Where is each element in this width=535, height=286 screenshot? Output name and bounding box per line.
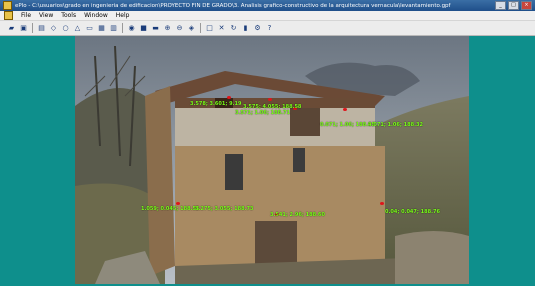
measure-icon[interactable]: ▬ [151,24,160,33]
point-marker[interactable] [343,108,347,111]
building-photo[interactable]: 3.578; 3.601; 9.19 3.575; 4.055; 188.58 … [75,36,469,284]
menu-file[interactable]: File [21,12,31,19]
point-marker[interactable] [176,202,180,205]
database-icon[interactable]: ◉ [127,24,136,33]
point-marker[interactable] [227,96,231,99]
point-label: 1.059; 0.045; 188.56 [141,206,200,212]
point-marker[interactable] [268,98,272,101]
window-controls: _ □ × [495,1,532,10]
photo-drawing [75,36,469,284]
save-icon[interactable]: ▣ [19,24,28,33]
point-label: 3.541; 2.96; 188.60 [270,212,325,218]
grid-icon[interactable]: ▦ [97,24,106,33]
point-label: 0.071; 1.06; 188.95 [320,122,375,128]
menu-help[interactable]: Help [116,12,130,19]
toolbar-separator [32,23,33,33]
print-icon[interactable]: ▤ [37,24,46,33]
zoom-out-icon[interactable]: ⊖ [175,24,184,33]
point-label: 4.071; 1.06; 188.32 [368,122,423,128]
close-button[interactable]: × [521,1,532,10]
maximize-button[interactable]: □ [508,1,519,10]
point-label: 0.04; 0.047; 188.76 [385,209,440,215]
window-title: ePlo - C:\usuarios\grado en ingenieria d… [15,2,451,9]
select-icon[interactable]: □ [205,24,214,33]
help-icon[interactable]: ? [265,24,274,33]
fit-icon[interactable]: ◈ [187,24,196,33]
menu-tools[interactable]: Tools [61,12,76,19]
document-icon[interactable] [4,11,13,20]
table-icon[interactable]: ▥ [109,24,118,33]
toolbar-separator [122,23,123,33]
toolbar-separator [200,23,201,33]
camera-icon[interactable]: ■ [139,24,148,33]
image-viewport[interactable]: 3.578; 3.601; 9.19 3.575; 4.055; 188.58 … [0,36,535,286]
zoom-in-icon[interactable]: ⊕ [163,24,172,33]
delete-icon[interactable]: ✕ [217,24,226,33]
menu-window[interactable]: Window [84,12,108,19]
point-icon[interactable]: ◇ [49,24,58,33]
menu-bar: File View Tools Window Help [0,11,535,21]
title-bar[interactable]: ePlo - C:\usuarios\grado en ingenieria d… [0,0,535,11]
stats-icon[interactable]: ▮ [241,24,250,33]
refresh-icon[interactable]: ↻ [229,24,238,33]
point-marker[interactable] [380,202,384,205]
app-icon [3,1,12,10]
menu-view[interactable]: View [39,12,53,19]
toolbar: ▰ ▣ ▤ ◇ ○ △ ▭ ▦ ▥ ◉ ■ ▬ ⊕ ⊖ ◈ □ ✕ ↻ ▮ ⚙ … [0,21,535,36]
point-label: 3.578; 3.601; 9.19 [190,101,242,107]
triangle-icon[interactable]: △ [73,24,82,33]
open-icon[interactable]: ▰ [7,24,16,33]
settings-icon[interactable]: ⚙ [253,24,262,33]
point-label: 3.571; 1.06; 188.71 [235,110,290,116]
polyline-icon[interactable]: ○ [61,24,70,33]
minimize-button[interactable]: _ [495,1,506,10]
point-label: 3.275; 3.055; 188.73 [195,206,254,212]
rectangle-icon[interactable]: ▭ [85,24,94,33]
